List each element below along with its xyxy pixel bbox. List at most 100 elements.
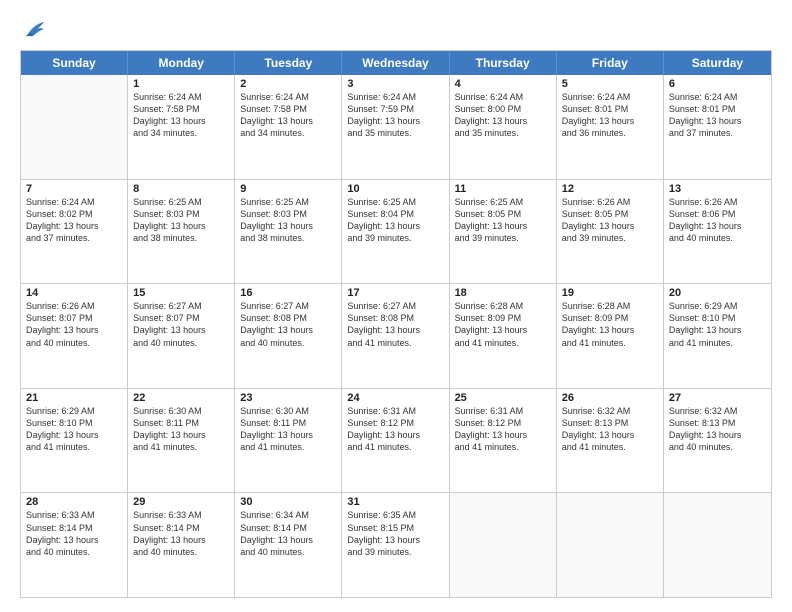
sunset-text: Sunset: 8:00 PM xyxy=(455,103,551,115)
sunset-text: Sunset: 8:07 PM xyxy=(133,312,229,324)
calendar-cell: 21Sunrise: 6:29 AMSunset: 8:10 PMDayligh… xyxy=(21,389,128,493)
day-number: 19 xyxy=(562,287,658,299)
daylight-line2: and 35 minutes. xyxy=(455,127,551,139)
day-number: 28 xyxy=(26,496,122,508)
sunset-text: Sunset: 8:11 PM xyxy=(240,417,336,429)
daylight-line1: Daylight: 13 hours xyxy=(240,534,336,546)
logo-icon xyxy=(20,18,48,40)
calendar-cell: 22Sunrise: 6:30 AMSunset: 8:11 PMDayligh… xyxy=(128,389,235,493)
daylight-line2: and 40 minutes. xyxy=(26,546,122,558)
calendar-row-3: 14Sunrise: 6:26 AM Sunset: 8:07 PM Dayligh… xyxy=(21,283,771,388)
sunset-text: Sunset: 8:11 PM xyxy=(133,417,229,429)
calendar-cell xyxy=(557,493,664,597)
sunrise-text: Sunrise: 6:24 AM xyxy=(133,91,229,103)
day-number: 25 xyxy=(455,392,551,404)
sunrise-text: Sunrise: 6:31 AM xyxy=(455,405,551,417)
daylight-line2: and 41 minutes. xyxy=(133,441,229,453)
sunset-text: Sunset: 8:01 PM xyxy=(669,103,766,115)
daylight-line1: Daylight: 13 hours xyxy=(347,220,443,232)
weekday-header-sunday: Sunday xyxy=(21,51,128,75)
daylight-line2: and 34 minutes. xyxy=(133,127,229,139)
calendar-row-2: 7Sunrise: 6:24 AMSunset: 8:02 PMDaylight… xyxy=(21,179,771,284)
calendar-cell: 9Sunrise: 6:25 AMSunset: 8:03 PMDaylight… xyxy=(235,180,342,284)
calendar-cell: 19Sunrise: 6:28 AMSunset: 8:09 PMDayligh… xyxy=(557,284,664,388)
daylight-line2: and 41 minutes. xyxy=(455,441,551,453)
daylight-line2: and 38 minutes. xyxy=(133,232,229,244)
sunset-text: Sunset: 7:58 PM xyxy=(240,103,336,115)
calendar-cell: 26Sunrise: 6:32 AMSunset: 8:13 PMDayligh… xyxy=(557,389,664,493)
weekday-header-wednesday: Wednesday xyxy=(342,51,449,75)
daylight-line2: and 40 minutes. xyxy=(133,337,229,349)
calendar-cell: 2Sunrise: 6:24 AMSunset: 7:58 PMDaylight… xyxy=(235,75,342,179)
day-number: 14 xyxy=(26,287,122,299)
calendar-cell: 28Sunrise: 6:33 AMSunset: 8:14 PMDayligh… xyxy=(21,493,128,597)
day-number: 27 xyxy=(669,392,766,404)
calendar-cell: 24Sunrise: 6:31 AMSunset: 8:12 PMDayligh… xyxy=(342,389,449,493)
daylight-line1: Daylight: 13 hours xyxy=(240,220,336,232)
daylight-line2: and 35 minutes. xyxy=(347,127,443,139)
daylight-line1: Daylight: 13 hours xyxy=(240,324,336,336)
daylight-line1: Daylight: 13 hours xyxy=(455,429,551,441)
day-number: 4 xyxy=(455,78,551,90)
calendar-cell: 25Sunrise: 6:31 AMSunset: 8:12 PMDayligh… xyxy=(450,389,557,493)
daylight-line1: Daylight: 13 hours xyxy=(240,429,336,441)
weekday-header-tuesday: Tuesday xyxy=(235,51,342,75)
calendar-cell: 10Sunrise: 6:25 AMSunset: 8:04 PMDayligh… xyxy=(342,180,449,284)
daylight-line1: Daylight: 13 hours xyxy=(26,324,122,336)
calendar-cell: 23Sunrise: 6:30 AMSunset: 8:11 PMDayligh… xyxy=(235,389,342,493)
daylight-line2: and 40 minutes. xyxy=(669,441,766,453)
sunrise-text: Sunrise: 6:26 AM xyxy=(26,300,122,312)
calendar-body: 1Sunrise: 6:24 AMSunset: 7:58 PMDaylight… xyxy=(21,75,771,597)
day-number: 26 xyxy=(562,392,658,404)
sunrise-text: Sunrise: 6:24 AM xyxy=(455,91,551,103)
day-number: 30 xyxy=(240,496,336,508)
daylight-line1: Daylight: 13 hours xyxy=(240,115,336,127)
sunset-text: Sunset: 8:13 PM xyxy=(562,417,658,429)
sunset-text: Sunset: 8:09 PM xyxy=(562,312,658,324)
sunset-text: Sunset: 8:15 PM xyxy=(347,522,443,534)
sunset-text: Sunset: 8:04 PM xyxy=(347,208,443,220)
weekday-header-friday: Friday xyxy=(557,51,664,75)
day-number: 17 xyxy=(347,287,443,299)
day-number: 12 xyxy=(562,183,658,195)
sunset-text: Sunset: 7:59 PM xyxy=(347,103,443,115)
page-header xyxy=(20,18,772,40)
sunset-text: Sunset: 8:13 PM xyxy=(669,417,766,429)
day-number: 18 xyxy=(455,287,551,299)
daylight-line2: and 39 minutes. xyxy=(347,546,443,558)
calendar-cell: 18Sunrise: 6:28 AMSunset: 8:09 PMDayligh… xyxy=(450,284,557,388)
calendar-cell: 6Sunrise: 6:24 AMSunset: 8:01 PMDaylight… xyxy=(664,75,771,179)
calendar-cell: 4Sunrise: 6:24 AMSunset: 8:00 PMDaylight… xyxy=(450,75,557,179)
daylight-line2: and 37 minutes. xyxy=(26,232,122,244)
calendar-cell xyxy=(450,493,557,597)
sunrise-text: Sunrise: 6:25 AM xyxy=(133,196,229,208)
sunrise-text: Sunrise: 6:27 AM xyxy=(240,300,336,312)
daylight-line2: and 41 minutes. xyxy=(562,441,658,453)
calendar-row-1: 1Sunrise: 6:24 AMSunset: 7:58 PMDaylight… xyxy=(21,75,771,179)
sunrise-text: Sunrise: 6:24 AM xyxy=(669,91,766,103)
day-number: 1 xyxy=(133,78,229,90)
daylight-line2: and 40 minutes. xyxy=(240,337,336,349)
day-number: 29 xyxy=(133,496,229,508)
sunset-text: Sunset: 7:58 PM xyxy=(133,103,229,115)
daylight-line1: Daylight: 13 hours xyxy=(347,534,443,546)
daylight-line2: and 34 minutes. xyxy=(240,127,336,139)
daylight-line2: and 41 minutes. xyxy=(347,337,443,349)
sunset-text: Sunset: 8:01 PM xyxy=(562,103,658,115)
sunrise-text: Sunrise: 6:32 AM xyxy=(669,405,766,417)
day-number: 8 xyxy=(133,183,229,195)
sunset-text: Sunset: 8:02 PM xyxy=(26,208,122,220)
calendar-cell: 11Sunrise: 6:25 AMSunset: 8:05 PMDayligh… xyxy=(450,180,557,284)
calendar: SundayMondayTuesdayWednesdayThursdayFrid… xyxy=(20,50,772,598)
daylight-line1: Daylight: 13 hours xyxy=(669,115,766,127)
sunset-text: Sunset: 8:03 PM xyxy=(133,208,229,220)
logo xyxy=(20,18,52,40)
daylight-line1: Daylight: 13 hours xyxy=(455,220,551,232)
calendar-header: SundayMondayTuesdayWednesdayThursdayFrid… xyxy=(21,51,771,75)
calendar-cell: 8Sunrise: 6:25 AMSunset: 8:03 PMDaylight… xyxy=(128,180,235,284)
sunrise-text: Sunrise: 6:30 AM xyxy=(240,405,336,417)
sunrise-text: Sunrise: 6:33 AM xyxy=(133,509,229,521)
sunset-text: Sunset: 8:05 PM xyxy=(455,208,551,220)
day-number: 13 xyxy=(669,183,766,195)
calendar-row-4: 21Sunrise: 6:29 AMSunset: 8:10 PMDayligh… xyxy=(21,388,771,493)
